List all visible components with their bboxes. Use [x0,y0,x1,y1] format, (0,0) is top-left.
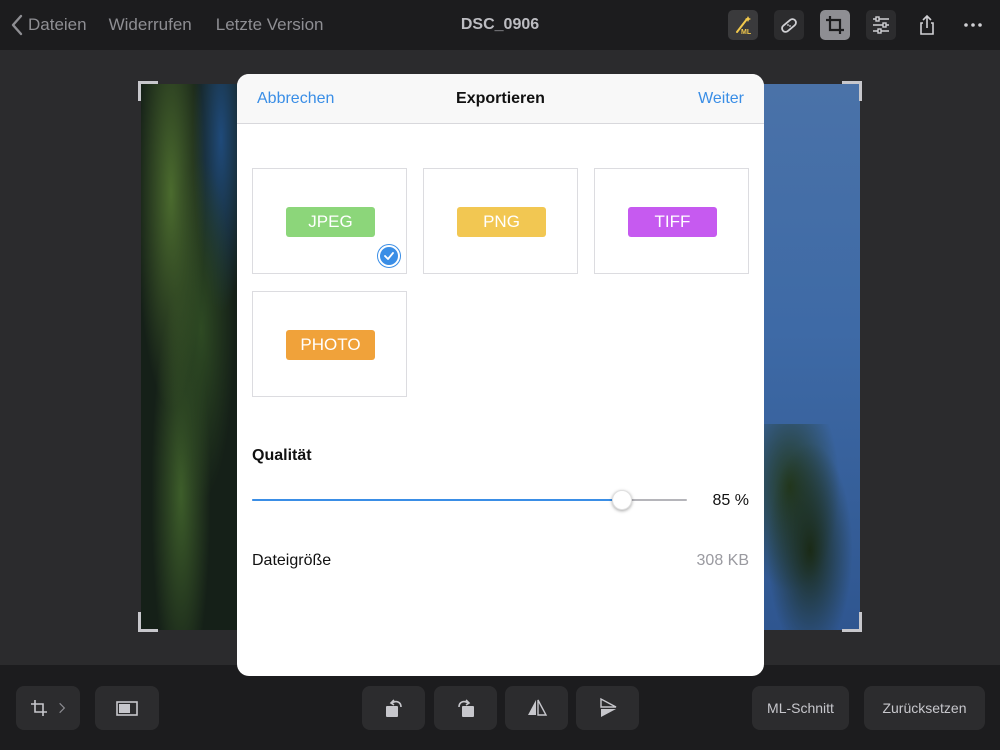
reset-button[interactable]: Zurücksetzen [864,686,985,730]
format-tag-tiff: TIFF [628,207,717,237]
quality-slider[interactable] [252,490,687,510]
repair-button[interactable] [774,10,804,40]
share-icon [920,14,934,35]
rotate-right-icon [457,699,474,717]
quality-slider-fill [252,499,622,501]
magic-ml-icon: ML [736,16,752,36]
back-button-label: Dateien [28,15,87,34]
top-toolbar-left: Dateien Widerrufen Letzte Version [10,0,324,50]
format-option-photo[interactable]: PHOTO [252,291,407,397]
quality-value: 85 % [712,492,749,509]
aspect-ratio-icon [116,701,138,716]
undo-button[interactable]: Widerrufen [109,15,192,35]
bandage-icon [781,18,797,33]
rotate-left-icon [385,699,402,717]
more-button[interactable] [958,10,988,40]
quality-label: Qualität [252,447,312,464]
flip-horizontal-icon [527,699,547,716]
format-option-tiff[interactable]: TIFF [594,168,749,274]
top-toolbar-right: ML [728,10,988,40]
crop-handle-top-left[interactable] [138,81,158,101]
ml-cut-button[interactable]: ML-Schnitt [752,686,849,730]
magic-ml-button[interactable]: ML [728,10,758,40]
photo-foliage-right [760,424,860,630]
format-option-jpeg[interactable]: JPEG [252,168,407,274]
quality-slider-thumb[interactable] [612,490,632,510]
crop-handle-top-right[interactable] [842,81,862,101]
ml-badge: ML [741,29,752,36]
format-tag-jpeg: JPEG [286,207,375,237]
chevron-left-icon [11,14,23,36]
export-dialog: Abbrechen Exportieren Weiter JPEG PNG TI… [237,74,764,676]
rotate-right-button[interactable] [434,686,497,730]
crop-button[interactable] [820,10,850,40]
checkmark-icon [378,245,400,267]
format-option-png[interactable]: PNG [423,168,578,274]
adjustments-icon [873,16,889,34]
crop-handle-bottom-left[interactable] [138,612,158,632]
filesize-value: 308 KB [696,552,749,569]
chevron-right-icon [59,702,66,714]
format-tag-photo: PHOTO [286,330,375,360]
format-tag-png: PNG [457,207,546,237]
crop-handle-bottom-right[interactable] [842,612,862,632]
aspect-ratio-button[interactable] [95,686,159,730]
bottom-toolbar: ML-Schnitt Zurücksetzen [0,665,1000,750]
flip-horizontal-button[interactable] [505,686,568,730]
crop-aspect-button[interactable] [16,686,80,730]
filesize-label: Dateigröße [252,552,332,569]
crop-rotate-icon [31,700,47,716]
adjustments-button[interactable] [866,10,896,40]
crop-icon [826,16,844,34]
flip-vertical-button[interactable] [576,686,639,730]
top-toolbar: Dateien Widerrufen Letzte Version DSC_09… [0,0,1000,50]
cancel-button[interactable]: Abbrechen [257,74,334,124]
photo-foliage-left [141,84,241,630]
flip-vertical-icon [599,697,616,717]
share-button[interactable] [912,10,942,40]
back-button[interactable]: Dateien [10,14,87,36]
latest-version-button[interactable]: Letzte Version [216,15,324,35]
rotate-left-button[interactable] [362,686,425,730]
more-icon [964,23,982,27]
next-button[interactable]: Weiter [698,74,744,124]
export-dialog-header: Abbrechen Exportieren Weiter [237,74,764,124]
